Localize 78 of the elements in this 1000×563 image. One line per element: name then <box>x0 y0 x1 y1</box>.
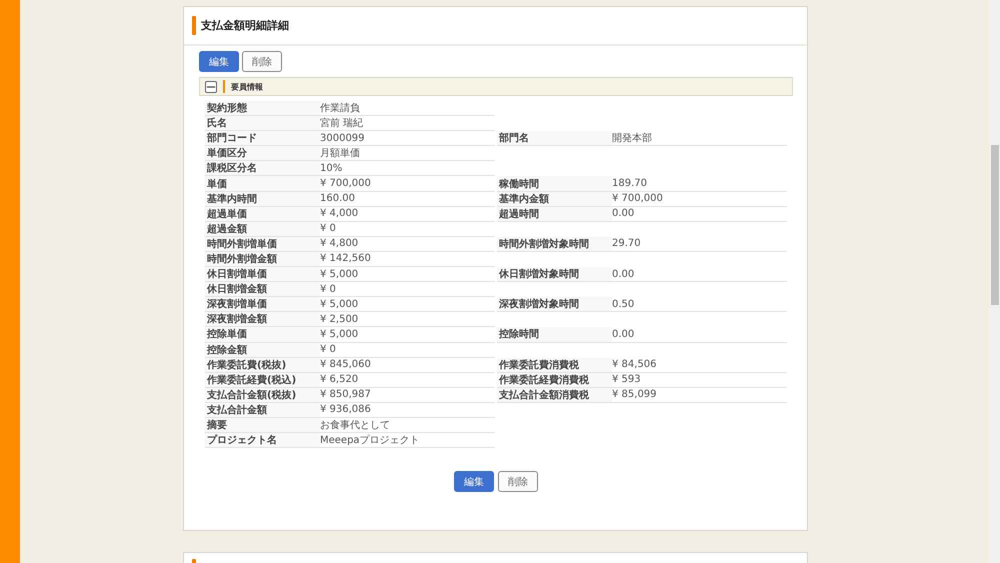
field-label: 支払合計金額 <box>205 402 320 417</box>
field-label: 部門コード <box>205 131 320 146</box>
field-value: 開発本部 <box>612 132 652 146</box>
field-label: 部門名 <box>497 131 612 146</box>
field-value: ¥ 0 <box>320 284 336 295</box>
field-value: ¥ 0 <box>320 344 336 356</box>
field-value: 189.70 <box>612 178 647 190</box>
field-label: 休日割増単価 <box>205 267 320 282</box>
field-label: 時間外割増単価 <box>205 236 320 251</box>
field-label: 基準内時間 <box>205 192 320 206</box>
field-value: ¥ 142,560 <box>320 253 371 264</box>
field-label: 単価 <box>205 176 320 191</box>
field-value: 160.00 <box>320 193 355 204</box>
title-marker <box>192 16 196 35</box>
field-value: 作業請負 <box>320 102 360 116</box>
field-label: 支払合計金額(税抜) <box>205 388 320 402</box>
page-title: 支払金額明細詳細 <box>201 18 289 33</box>
field-value: ¥ 0 <box>320 223 336 234</box>
field-value: ¥ 700,000 <box>320 178 371 190</box>
field-label: 単価区分 <box>205 146 320 160</box>
field-label: 支払合計金額消費税 <box>497 388 612 402</box>
field-label: 氏名 <box>205 116 320 130</box>
field-value: ¥ 85,099 <box>612 389 657 400</box>
field-value: お食事代として <box>320 418 390 432</box>
field-label: 基準内金額 <box>497 192 612 206</box>
field-label: 作業委託費(税抜) <box>205 358 320 372</box>
field-label: 控除単価 <box>205 327 320 342</box>
field-value: ¥ 5,000 <box>320 268 358 280</box>
field-value: 0.50 <box>612 298 634 310</box>
field-label: 深夜割増金額 <box>205 312 320 326</box>
field-label: 作業委託費消費税 <box>497 358 612 372</box>
edit-button[interactable]: 編集 <box>454 471 494 492</box>
field-value: ¥ 5,000 <box>320 328 358 340</box>
scrollbar-thumb[interactable] <box>991 145 999 305</box>
field-label: 控除時間 <box>497 327 612 342</box>
section-marker <box>223 80 225 93</box>
field-value: ¥ 6,520 <box>320 374 358 386</box>
field-value: ¥ 593 <box>612 374 641 386</box>
field-value: 3000099 <box>320 132 365 144</box>
field-label: 休日割増対象時間 <box>497 267 612 282</box>
field-label: 深夜割増単価 <box>205 297 320 312</box>
delete-button[interactable]: 削除 <box>498 471 538 492</box>
field-value: ¥ 4,800 <box>320 238 358 250</box>
field-value: ¥ 845,060 <box>320 359 371 370</box>
field-value: ¥ 700,000 <box>612 193 663 204</box>
field-label: 超過金額 <box>205 222 320 236</box>
field-label: 作業委託経費(税込) <box>205 372 320 387</box>
field-value: ¥ 850,987 <box>320 389 371 400</box>
field-value: ¥ 84,506 <box>612 359 657 370</box>
field-label: プロジェクト名 <box>205 433 320 448</box>
field-value: ¥ 2,500 <box>320 314 358 325</box>
delete-button[interactable]: 削除 <box>242 51 282 72</box>
field-label: 時間外割増対象時間 <box>497 236 612 251</box>
field-value: ¥ 5,000 <box>320 298 358 310</box>
field-value: 0.00 <box>612 208 634 220</box>
field-label: 課税区分名 <box>205 161 320 176</box>
field-value: 0.00 <box>612 328 634 340</box>
field-label: 超過単価 <box>205 206 320 221</box>
field-label: 超過時間 <box>497 206 612 221</box>
field-label: 作業委託経費消費税 <box>497 372 612 387</box>
field-value: ¥ 936,086 <box>320 404 371 416</box>
edit-button[interactable]: 編集 <box>199 51 239 72</box>
field-label: 摘要 <box>205 418 320 432</box>
section-title: 要員情報 <box>231 82 263 92</box>
field-label: 休日割増金額 <box>205 282 320 296</box>
field-label: 稼働時間 <box>497 176 612 191</box>
field-value: 10% <box>320 162 342 174</box>
field-value: 29.70 <box>612 238 641 250</box>
field-label: 深夜割増対象時間 <box>497 297 612 312</box>
field-label: 契約形態 <box>205 101 320 116</box>
field-value: Meeepaプロジェクト <box>320 434 420 448</box>
field-value: 月額単価 <box>320 146 360 160</box>
scrollbar[interactable] <box>990 0 1000 563</box>
field-label: 時間外割増金額 <box>205 252 320 266</box>
field-value: ¥ 4,000 <box>320 208 358 220</box>
field-label: 控除金額 <box>205 342 320 357</box>
field-value: 宮前 瑞紀 <box>320 116 364 130</box>
field-value: 0.00 <box>612 268 634 280</box>
